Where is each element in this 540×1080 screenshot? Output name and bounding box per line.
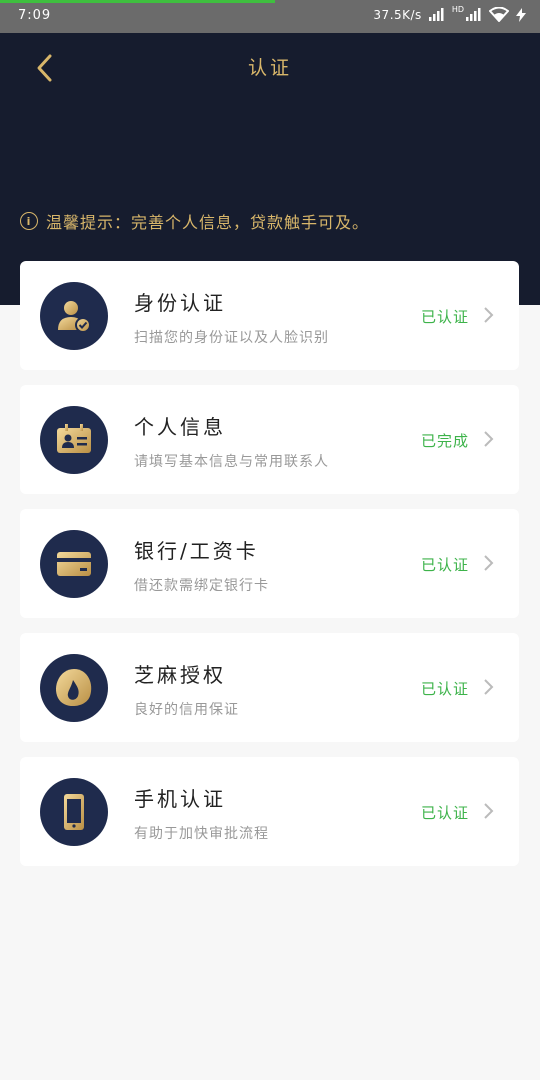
status-time: 7:09 <box>18 8 52 23</box>
network-speed: 37.5K/s <box>373 7 422 22</box>
charging-icon <box>516 7 526 22</box>
chevron-right-icon <box>484 555 494 571</box>
item-title: 手机认证 <box>134 787 226 811</box>
notice-text: 温馨提示：完善个人信息，贷款触手可及。 <box>46 213 370 232</box>
list-item-identity[interactable]: 身份认证 扫描您的身份证以及人脸识别 已认证 <box>20 261 519 370</box>
chevron-right-icon <box>484 307 494 323</box>
signal-icon-2 <box>466 8 481 21</box>
id-card-icon <box>40 406 108 474</box>
item-title: 个人信息 <box>134 415 226 439</box>
sesame-icon <box>40 654 108 722</box>
item-status: 已完成 <box>420 432 469 450</box>
status-bar: 7:09 37.5K/s HD <box>0 0 540 33</box>
item-subtitle: 良好的信用保证 <box>134 702 239 718</box>
status-indicators: 37.5K/s HD <box>373 5 526 22</box>
bank-card-icon <box>40 530 108 598</box>
item-title: 芝麻授权 <box>134 663 226 687</box>
info-icon: i <box>20 212 38 230</box>
chevron-right-icon <box>484 803 494 819</box>
list-item-personal-info[interactable]: 个人信息 请填写基本信息与常用联系人 已完成 <box>20 385 519 494</box>
item-status: 已认证 <box>420 556 469 574</box>
phone-icon <box>40 778 108 846</box>
chevron-right-icon <box>484 431 494 447</box>
list-item-sesame[interactable]: 芝麻授权 良好的信用保证 已认证 <box>20 633 519 742</box>
page-title: 认证 <box>247 57 292 79</box>
item-subtitle: 请填写基本信息与常用联系人 <box>134 454 329 470</box>
item-subtitle: 有助于加快审批流程 <box>134 826 269 842</box>
signal-icon <box>428 8 444 21</box>
item-status: 已认证 <box>420 680 469 698</box>
user-check-icon <box>40 282 108 350</box>
item-status: 已认证 <box>420 308 469 326</box>
list-item-phone[interactable]: 手机认证 有助于加快审批流程 已认证 <box>20 757 519 866</box>
wifi-icon <box>489 7 509 22</box>
item-title: 银行/工资卡 <box>134 539 259 563</box>
item-subtitle: 借还款需绑定银行卡 <box>134 578 269 594</box>
item-subtitle: 扫描您的身份证以及人脸识别 <box>134 330 329 346</box>
page-load-progress <box>0 0 275 3</box>
hd-label: HD <box>451 5 464 14</box>
item-title: 身份认证 <box>134 291 226 315</box>
list-item-bank-card[interactable]: 银行/工资卡 借还款需绑定银行卡 已认证 <box>20 509 519 618</box>
item-status: 已认证 <box>420 804 469 822</box>
notice-banner: i 温馨提示：完善个人信息，贷款触手可及。 <box>20 209 369 233</box>
chevron-right-icon <box>484 679 494 695</box>
